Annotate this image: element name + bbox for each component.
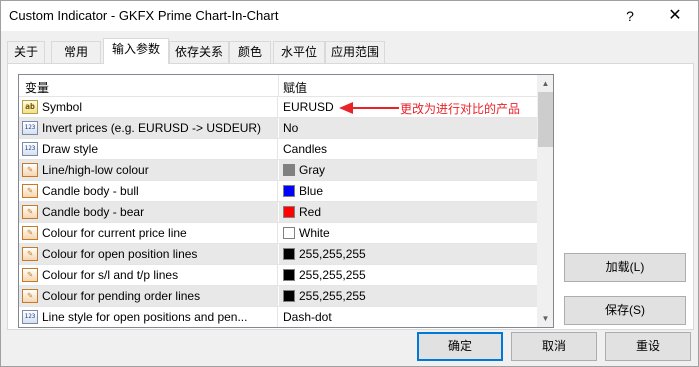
tab-about[interactable]: 关于 (7, 41, 45, 63)
color-swatch (283, 164, 295, 176)
row-name: Colour for s/l and t/p lines (42, 268, 179, 282)
number-icon: 123 (22, 310, 38, 324)
cancel-button[interactable]: 取消 (511, 332, 597, 361)
row-name: Draw style (42, 142, 99, 156)
color-swatch (283, 248, 295, 260)
row-value: Red (299, 205, 322, 219)
row-value-cell[interactable]: Candles (279, 139, 537, 159)
row-value: Dash-dot (283, 310, 332, 324)
row-name: Symbol (42, 100, 83, 114)
color-swatch (283, 227, 295, 239)
row-value-cell[interactable]: Dash-dot (279, 307, 537, 327)
row-value: 255,255,255 (299, 289, 366, 303)
row-name: Candle body - bull (42, 184, 139, 198)
row-value: Candles (283, 142, 328, 156)
dialog-window: Custom Indicator - GKFX Prime Chart-In-C… (0, 0, 699, 367)
reset-button[interactable]: 重设 (605, 332, 691, 361)
row-value-cell[interactable]: 255,255,255 (279, 286, 537, 306)
color-icon: ✎ (22, 205, 38, 219)
row-name: Candle body - bear (42, 205, 145, 219)
column-header-value[interactable]: 赋值 (283, 79, 307, 96)
color-swatch (283, 206, 295, 218)
table-row[interactable]: ✎ Colour for open position lines 255,255,… (19, 244, 537, 265)
color-icon: ✎ (22, 247, 38, 261)
table-row[interactable]: ✎ Colour for current price line White (19, 223, 537, 244)
annotation-text: 更改为进行对比的产品 (400, 102, 521, 116)
table-row[interactable]: 123 Draw style Candles (19, 139, 537, 160)
color-icon: ✎ (22, 226, 38, 240)
table-row[interactable]: ✎ Colour for s/l and t/p lines 255,255,25… (19, 265, 537, 286)
column-header-variable[interactable]: 变量 (25, 79, 49, 96)
row-value: Gray (299, 163, 326, 177)
table-row[interactable]: 123 Line style for open positions and pen… (19, 307, 537, 327)
row-value-cell[interactable]: White (279, 223, 537, 243)
color-swatch (283, 290, 295, 302)
column-divider[interactable] (278, 75, 279, 97)
color-icon: ✎ (22, 289, 38, 303)
row-name: Colour for pending order lines (42, 289, 201, 303)
window-title: Custom Indicator - GKFX Prime Chart-In-C… (9, 8, 279, 23)
row-value: No (283, 121, 299, 135)
scroll-up-arrow-icon[interactable]: ▲ (537, 75, 553, 92)
string-icon: ab (22, 100, 38, 114)
table-row[interactable]: ✎ Candle body - bear Red (19, 202, 537, 223)
row-value-cell[interactable]: Blue (279, 181, 537, 201)
tab-visualization[interactable]: 应用范围 (325, 41, 385, 63)
tab-colors[interactable]: 颜色 (229, 41, 271, 63)
color-swatch (283, 269, 295, 281)
row-name: Colour for current price line (42, 226, 187, 240)
table-row[interactable]: 123 Invert prices (e.g. EURUSD -> USDEUR)… (19, 118, 537, 139)
color-icon: ✎ (22, 163, 38, 177)
color-icon: ✎ (22, 268, 38, 282)
annotation-callout: 更改为进行对比的产品 (339, 98, 549, 118)
number-icon: 123 (22, 121, 38, 135)
color-swatch (283, 185, 295, 197)
row-value: White (299, 226, 330, 240)
tab-common[interactable]: 常用 (51, 41, 101, 63)
row-name: Line style for open positions and pen... (42, 310, 248, 324)
title-bar: Custom Indicator - GKFX Prime Chart-In-C… (1, 1, 698, 31)
red-arrow-icon (339, 102, 399, 114)
ok-button[interactable]: 确定 (417, 332, 503, 361)
row-name: Line/high-low colour (42, 163, 149, 177)
row-name: Colour for open position lines (42, 247, 198, 261)
number-icon: 123 (22, 142, 38, 156)
row-value-cell[interactable]: 255,255,255 (279, 265, 537, 285)
row-value-cell[interactable]: No (279, 118, 537, 138)
close-button[interactable]: ✕ (661, 4, 689, 28)
table-row[interactable]: ✎ Candle body - bull Blue (19, 181, 537, 202)
scroll-down-arrow-icon[interactable]: ▼ (537, 310, 553, 327)
help-button[interactable]: ? (618, 4, 642, 28)
color-icon: ✎ (22, 184, 38, 198)
row-value: 255,255,255 (299, 268, 366, 282)
table-row[interactable]: ✎ Line/high-low colour Gray (19, 160, 537, 181)
save-button[interactable]: 保存(S) (564, 296, 686, 325)
row-value-cell[interactable]: 255,255,255 (279, 244, 537, 264)
load-button[interactable]: 加载(L) (564, 253, 686, 282)
tab-levels[interactable]: 水平位 (273, 41, 325, 63)
row-value: 255,255,255 (299, 247, 366, 261)
tab-inputs[interactable]: 输入参数 (103, 38, 169, 64)
row-value: EURUSD (283, 100, 334, 114)
grid-header: 变量 赋值 (19, 75, 537, 97)
row-name: Invert prices (e.g. EURUSD -> USDEUR) (42, 121, 262, 135)
row-value: Blue (299, 184, 324, 198)
row-value-cell[interactable]: Gray (279, 160, 537, 180)
tab-dependencies[interactable]: 依存关系 (169, 41, 229, 63)
table-row[interactable]: ✎ Colour for pending order lines 255,255,… (19, 286, 537, 307)
row-value-cell[interactable]: Red (279, 202, 537, 222)
